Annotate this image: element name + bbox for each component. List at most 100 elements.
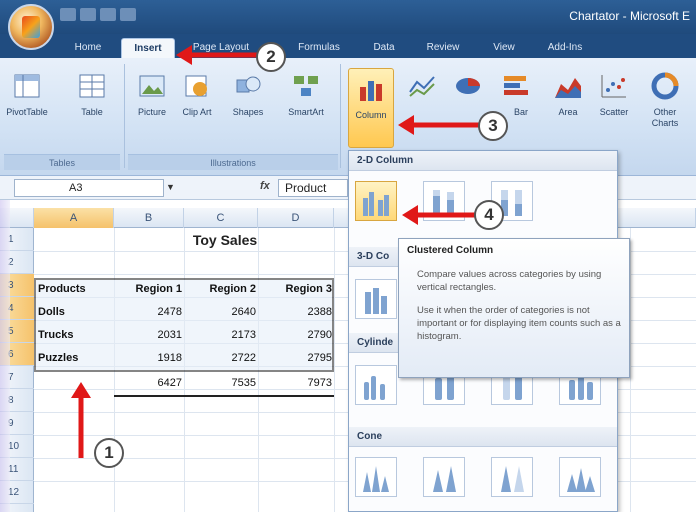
- step-1-badge: 1: [94, 438, 124, 468]
- value-cell[interactable]: 2031: [114, 324, 182, 346]
- group-separator: [124, 64, 125, 168]
- product-cell[interactable]: Dolls: [38, 301, 114, 323]
- cylinder-column-icon: [364, 376, 385, 400]
- value-cell[interactable]: 2722: [184, 347, 256, 369]
- name-box[interactable]: A3: [14, 179, 164, 197]
- smartart-icon: [294, 76, 318, 96]
- other-charts-button[interactable]: Other Charts: [642, 72, 688, 142]
- quick-access-toolbar: [60, 8, 136, 21]
- value-cell[interactable]: 2478: [114, 301, 182, 323]
- scatter-chart-icon: [601, 75, 626, 98]
- tab-view[interactable]: View: [484, 38, 524, 58]
- column-header-a[interactable]: A: [34, 208, 114, 228]
- cone-stacked-icon: [433, 466, 456, 492]
- tab-add-ins[interactable]: Add-Ins: [540, 38, 590, 58]
- column-chart-button[interactable]: Column: [348, 68, 394, 148]
- scatter-chart-button[interactable]: Scatter: [594, 72, 634, 142]
- undo-icon[interactable]: [80, 8, 96, 21]
- smartart-button[interactable]: SmartArt: [282, 72, 330, 142]
- header-cell[interactable]: Region 3: [258, 278, 332, 300]
- insert-function-icon[interactable]: fx: [260, 180, 270, 192]
- picture-icon: [139, 75, 165, 97]
- cone-100-stacked-option[interactable]: [491, 457, 533, 497]
- total-cell[interactable]: 7535: [184, 372, 256, 394]
- value-cell[interactable]: 1918: [114, 347, 182, 369]
- office-button[interactable]: [8, 4, 54, 50]
- clip-art-icon: [185, 75, 207, 97]
- clustered-column-icon: [363, 192, 389, 216]
- column-header-b[interactable]: B: [114, 208, 184, 228]
- group-label-tables: Tables: [4, 154, 120, 170]
- area-chart-button[interactable]: Area: [548, 72, 588, 142]
- pie-chart-icon: [456, 78, 480, 94]
- clustered-column-option[interactable]: [355, 181, 397, 221]
- cone-stacked-option[interactable]: [423, 457, 465, 497]
- header-cell[interactable]: Region 1: [114, 278, 182, 300]
- line-chart-icon: [409, 76, 435, 97]
- header-cell[interactable]: Products: [38, 278, 114, 300]
- value-cell[interactable]: 2173: [184, 324, 256, 346]
- customize-qat-icon[interactable]: [120, 8, 136, 21]
- cone-column-icon: [363, 466, 389, 492]
- tab-formulas[interactable]: Formulas: [292, 38, 346, 58]
- tab-home[interactable]: Home: [66, 38, 110, 58]
- cone-percent-icon: [501, 466, 524, 492]
- product-cell[interactable]: Puzzles: [38, 347, 114, 369]
- pivot-table-icon: [14, 74, 40, 98]
- office-logo-icon: [22, 16, 40, 38]
- redo-icon[interactable]: [100, 8, 116, 21]
- total-cell[interactable]: 6427: [114, 372, 182, 394]
- arrow-to-data-range: [71, 382, 91, 458]
- formula-input[interactable]: Product: [278, 179, 348, 197]
- area-chart-icon: [555, 78, 581, 98]
- tooltip-title: Clustered Column: [407, 245, 494, 256]
- save-icon[interactable]: [60, 8, 76, 21]
- table-icon: [79, 74, 105, 98]
- clip-art-button[interactable]: Clip Art: [180, 72, 214, 142]
- column-header-c[interactable]: C: [184, 208, 258, 228]
- picture-button[interactable]: Picture: [132, 72, 172, 142]
- column-chart-icon: [360, 81, 382, 101]
- gallery-section-cone: Cone: [349, 427, 617, 447]
- gallery-section-2d-column: 2-D Column: [349, 151, 617, 171]
- group-separator: [340, 64, 341, 168]
- title-bar: Chartator - Microsoft E: [0, 0, 696, 34]
- tab-data[interactable]: Data: [364, 38, 404, 58]
- step-3-badge: 3: [478, 111, 508, 141]
- tooltip-usage: Use it when the order of categories is n…: [417, 305, 621, 342]
- step-2-badge: 2: [256, 42, 286, 72]
- name-box-dropdown-icon[interactable]: ▼: [166, 182, 175, 192]
- other-charts-icon: [651, 72, 679, 100]
- cone-clustered-option[interactable]: [355, 457, 397, 497]
- arrow-to-insert-tab: [176, 45, 266, 65]
- product-cell[interactable]: Trucks: [38, 324, 114, 346]
- grid-line: [630, 228, 631, 512]
- column-header-d[interactable]: D: [258, 208, 334, 228]
- tab-insert[interactable]: Insert: [121, 38, 175, 58]
- value-cell[interactable]: 2790: [258, 324, 332, 346]
- value-cell[interactable]: 2640: [184, 301, 256, 323]
- step-4-badge: 4: [474, 200, 504, 230]
- 3d-column-icon: [365, 288, 387, 314]
- tooltip-description: Compare values across categories by usin…: [417, 269, 602, 293]
- cone-3d-option[interactable]: [559, 457, 601, 497]
- header-cell[interactable]: Region 2: [184, 278, 256, 300]
- total-cell[interactable]: 7973: [258, 372, 332, 394]
- tab-review[interactable]: Review: [420, 38, 466, 58]
- value-cell[interactable]: 2388: [258, 301, 332, 323]
- total-underline: [114, 395, 334, 397]
- sheet-title-cell[interactable]: Toy Sales: [150, 232, 300, 248]
- cone-3d-icon: [567, 468, 595, 492]
- bar-chart-icon: [504, 76, 528, 95]
- ribbon-tabs: Home Insert Page Layout Formulas Data Re…: [0, 34, 696, 58]
- value-cell[interactable]: 2795: [258, 347, 332, 369]
- table-button[interactable]: Table: [72, 72, 112, 142]
- chart-type-tooltip: Clustered Column Compare values across c…: [398, 238, 630, 378]
- arrow-to-clustered-column: [402, 205, 478, 225]
- cylinder-clustered-option[interactable]: [355, 365, 397, 405]
- group-label-illustrations: Illustrations: [128, 154, 338, 170]
- 3d-clustered-column-option[interactable]: [355, 279, 397, 319]
- pivot-table-button[interactable]: PivotTable: [4, 72, 50, 142]
- window-title: Chartator - Microsoft E: [569, 9, 690, 23]
- shapes-button[interactable]: Shapes: [228, 72, 268, 142]
